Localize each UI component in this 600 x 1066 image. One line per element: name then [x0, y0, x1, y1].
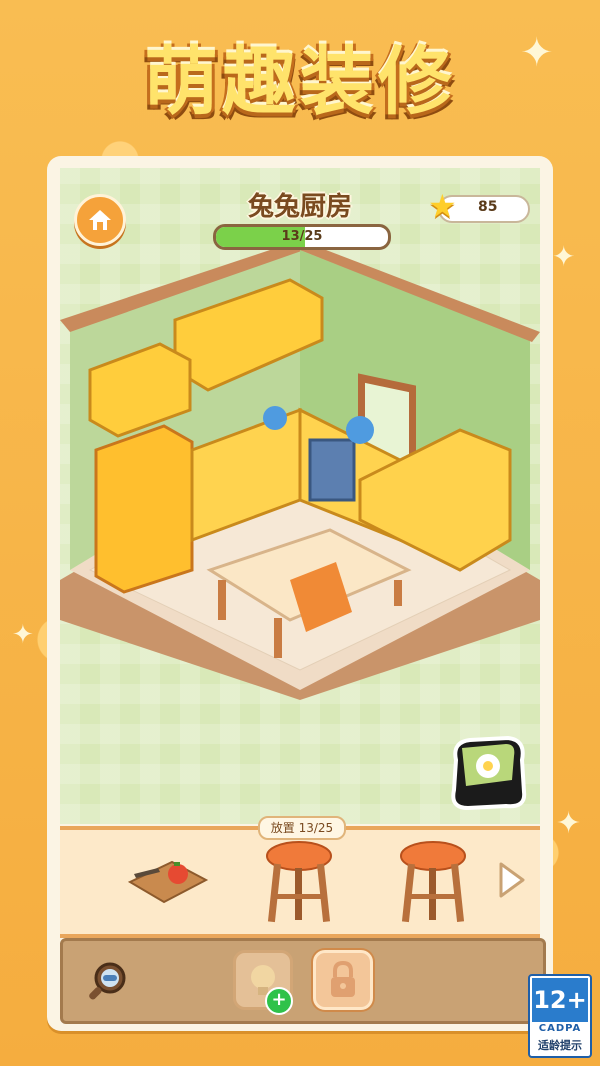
home-button[interactable]	[74, 194, 126, 246]
lock-button[interactable]	[313, 950, 373, 1010]
rating-org: CADPA	[538, 1023, 582, 1034]
add-hint-button[interactable]: +	[265, 987, 293, 1015]
kitchen-room	[60, 240, 540, 700]
stars-count: 85	[478, 199, 498, 215]
bottom-toolbar	[60, 938, 546, 1024]
pillow-item[interactable]	[446, 730, 530, 814]
magnifier-button[interactable]	[84, 958, 130, 1004]
banner-title: 萌趣装修	[144, 39, 456, 125]
room-progress-bar: 13/25	[213, 224, 391, 250]
sparkle-icon: ✦	[552, 240, 576, 273]
room-title: 兔兔厨房	[247, 192, 352, 222]
age-rating-badge: 12+ CADPA 适龄提示	[528, 974, 592, 1058]
stool-icon[interactable]	[264, 838, 334, 924]
progress-text: 13/25	[281, 229, 323, 244]
age-rating: 12+	[532, 978, 588, 1022]
home-icon	[89, 210, 111, 230]
rating-tip: 适龄提示	[538, 1039, 582, 1052]
star-icon: ★	[428, 187, 457, 225]
sparkle-icon: ✦	[12, 620, 34, 650]
next-arrow-icon[interactable]	[497, 862, 525, 898]
lock-icon	[331, 960, 355, 997]
cutting-board-icon[interactable]	[124, 856, 210, 908]
sparkle-icon: ✦	[556, 806, 582, 841]
placed-counter: 放置 13/25	[258, 816, 346, 840]
stool-icon[interactable]	[398, 838, 468, 924]
